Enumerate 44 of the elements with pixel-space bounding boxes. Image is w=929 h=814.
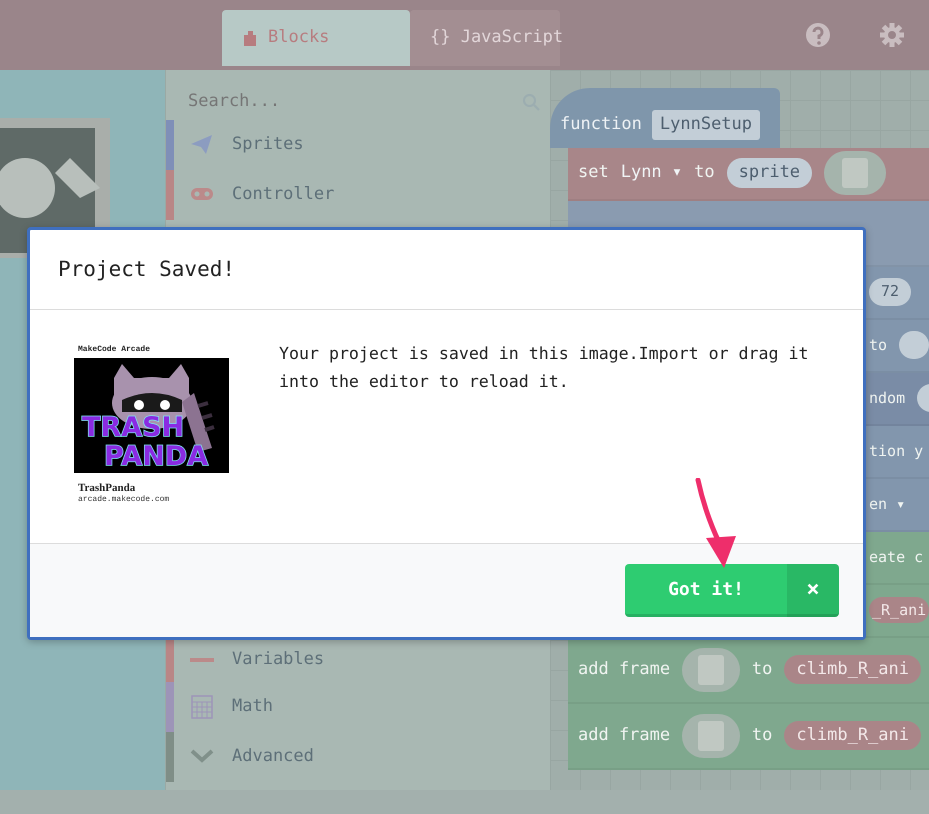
variable-field[interactable]: climb_R_ani [784, 720, 921, 750]
project-url: arcade.makecode.com [78, 496, 170, 504]
project-name: TrashPanda [78, 483, 136, 494]
image-caption: MakeCode Arcade [78, 346, 152, 354]
toolbox-category[interactable]: Advanced [166, 732, 550, 782]
variable-field[interactable]: climb_R_ani [784, 654, 921, 684]
sprite-thumbnail[interactable] [682, 714, 740, 758]
dialog-message: Your project is saved in this image.Import or drag it into the editor to reload it. [279, 343, 810, 393]
block-label: add frame [578, 658, 670, 681]
block-label: add frame [578, 724, 670, 747]
block-label: ndom [869, 388, 906, 409]
settings-icon [879, 22, 905, 48]
block-keyword: function [560, 113, 642, 136]
block-label: tion y [869, 440, 924, 462]
block-label: to [869, 334, 888, 356]
variable-dropdown[interactable]: Lynn ▾ [620, 160, 682, 186]
editor-tab[interactable]: {} JavaScript [410, 10, 560, 66]
confirm-button[interactable]: Got it! [625, 564, 787, 617]
sprite-thumbnail[interactable] [682, 648, 740, 692]
variable-field[interactable]: _R_ani [869, 596, 929, 624]
editor-tab[interactable]: Blocks [222, 10, 410, 66]
block-label: set [578, 161, 609, 184]
block-label: to [752, 658, 772, 681]
value-field[interactable]: 72 [869, 278, 912, 306]
search-field[interactable]: Search... [186, 88, 336, 116]
block-label: to [752, 724, 772, 747]
sprite-thumbnail[interactable] [824, 151, 886, 195]
toolbox-category[interactable]: Math [166, 682, 550, 732]
dialog-title: Project Saved! [58, 256, 236, 282]
value-field[interactable]: sprite [726, 158, 812, 188]
lines-icon [190, 658, 214, 662]
block-label: to [694, 161, 715, 184]
logo-text: TRASH PANDA [82, 412, 208, 472]
toolbox-category[interactable]: Sprites [166, 120, 550, 170]
toolbox-category[interactable]: Variables [166, 638, 550, 682]
function-name-field[interactable]: LynnSetup [652, 110, 760, 140]
close-button[interactable]: × [787, 564, 839, 617]
block-label: eate c [869, 546, 924, 568]
block-label: en ▾ [869, 494, 906, 515]
toolbox-category[interactable]: Controller [166, 170, 550, 220]
calculator-icon [190, 695, 214, 719]
puzzle-icon [242, 29, 258, 47]
value-field[interactable] [899, 331, 929, 359]
help-icon [805, 22, 831, 48]
